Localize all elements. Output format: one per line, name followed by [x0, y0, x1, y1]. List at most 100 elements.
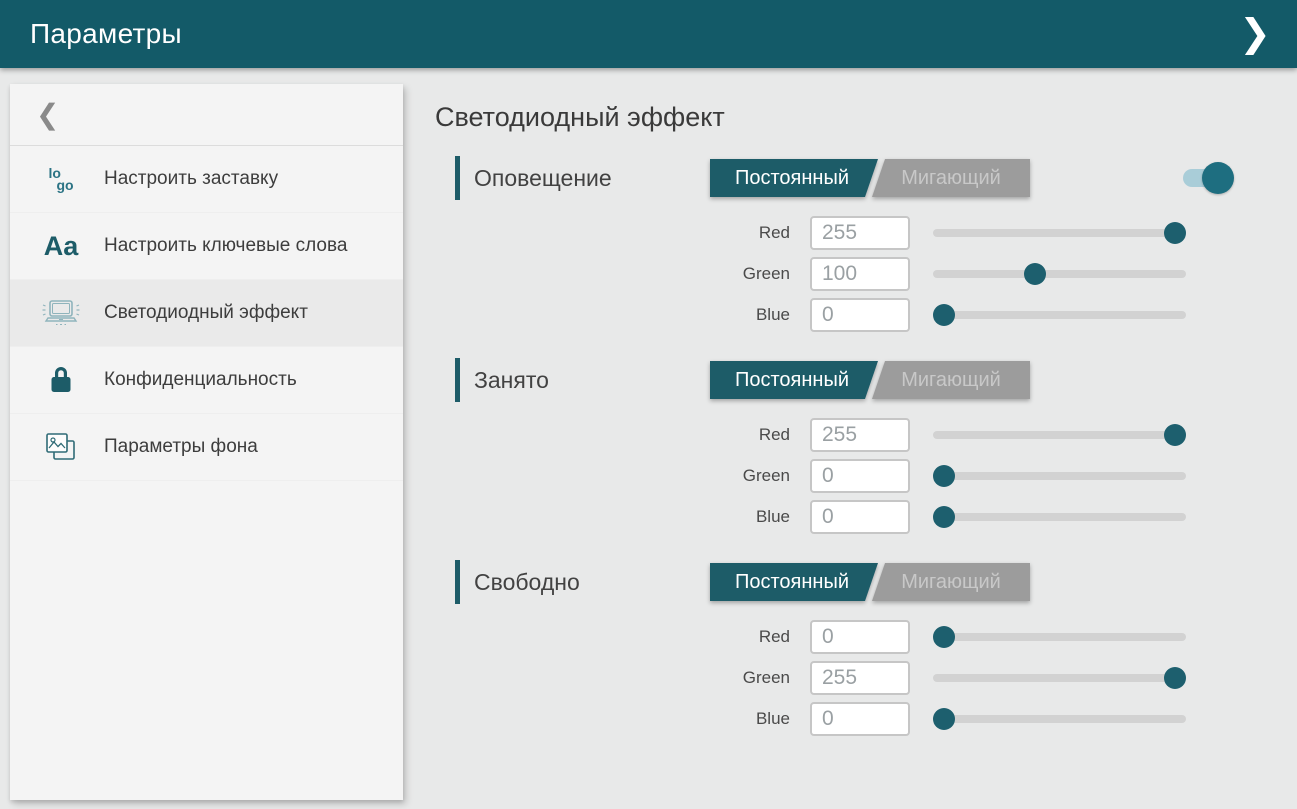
sidebar-item-keywords[interactable]: Aa Настроить ключевые слова: [10, 213, 403, 280]
slider-thumb[interactable]: [933, 304, 955, 326]
slider-thumb[interactable]: [1024, 263, 1046, 285]
rgb-rows: Red Green Blue: [435, 620, 1297, 736]
green-label: Green: [435, 668, 790, 688]
mode-segmented-control[interactable]: Постоянный Мигающий: [710, 361, 1030, 399]
lock-icon: [38, 364, 84, 396]
chevron-right-icon[interactable]: ❯: [1239, 15, 1271, 53]
mode-segmented-control[interactable]: Постоянный Мигающий: [710, 563, 1030, 601]
slider-track: [933, 715, 1186, 723]
slider-track: [933, 311, 1186, 319]
logo-icon: lo go: [38, 167, 84, 191]
rgb-row-green: Green: [435, 459, 1297, 493]
background-images-icon: [38, 432, 84, 462]
section-title: Занято: [474, 367, 710, 394]
slider-thumb[interactable]: [1164, 222, 1186, 244]
red-label: Red: [435, 425, 790, 445]
led-effect-panel: Светодиодный эффект Оповещение Постоянны…: [435, 100, 1297, 736]
blue-slider[interactable]: [933, 298, 1186, 332]
blue-input[interactable]: [810, 702, 910, 736]
green-label: Green: [435, 264, 790, 284]
slider-track: [933, 229, 1186, 237]
settings-sidebar: ❮ lo go Настроить заставку Aa Настроить …: [10, 84, 403, 800]
green-input[interactable]: [810, 257, 910, 291]
red-slider[interactable]: [933, 418, 1186, 452]
rgb-row-red: Red: [435, 620, 1297, 654]
red-label: Red: [435, 223, 790, 243]
mode-blinking-button[interactable]: Мигающий: [872, 563, 1030, 601]
red-label: Red: [435, 627, 790, 647]
red-input[interactable]: [810, 216, 910, 250]
blue-slider[interactable]: [933, 500, 1186, 534]
red-slider[interactable]: [933, 216, 1186, 250]
rgb-row-blue: Blue: [435, 500, 1297, 534]
rgb-row-red: Red: [435, 418, 1297, 452]
sidebar-collapse-button[interactable]: ❮: [10, 84, 403, 146]
mode-segmented-control[interactable]: Постоянный Мигающий: [710, 159, 1030, 197]
red-input[interactable]: [810, 620, 910, 654]
blue-slider[interactable]: [933, 702, 1186, 736]
slider-track: [933, 270, 1186, 278]
slider-track: [933, 472, 1186, 480]
green-slider[interactable]: [933, 459, 1186, 493]
mode-blinking-button[interactable]: Мигающий: [872, 361, 1030, 399]
slider-thumb[interactable]: [933, 626, 955, 648]
rgb-rows: Red Green Blue: [435, 216, 1297, 332]
rgb-row-blue: Blue: [435, 298, 1297, 332]
panel-title: Светодиодный эффект: [435, 100, 1297, 134]
green-input[interactable]: [810, 459, 910, 493]
red-slider[interactable]: [933, 620, 1186, 654]
slider-thumb[interactable]: [933, 465, 955, 487]
mode-constant-button[interactable]: Постоянный: [710, 563, 878, 601]
red-input[interactable]: [810, 418, 910, 452]
section-notification-header: Оповещение Постоянный Мигающий: [435, 156, 1297, 200]
notification-toggle[interactable]: [1183, 168, 1225, 188]
slider-thumb[interactable]: [933, 708, 955, 730]
blue-input[interactable]: [810, 500, 910, 534]
green-slider[interactable]: [933, 661, 1186, 695]
page-title: Параметры: [30, 18, 182, 50]
app-header: Параметры ❯: [0, 0, 1297, 68]
section-free-header: Свободно Постоянный Мигающий: [435, 560, 1297, 604]
keywords-icon: Aa: [38, 233, 84, 260]
slider-thumb[interactable]: [1164, 424, 1186, 446]
section-title: Свободно: [474, 569, 710, 596]
slider-track: [933, 513, 1186, 521]
sidebar-item-label: Настроить заставку: [104, 166, 278, 192]
rgb-row-green: Green: [435, 661, 1297, 695]
sidebar-item-background[interactable]: Параметры фона: [10, 414, 403, 481]
green-label: Green: [435, 466, 790, 486]
accent-bar: [455, 156, 460, 200]
rgb-row-red: Red: [435, 216, 1297, 250]
slider-thumb[interactable]: [933, 506, 955, 528]
mode-constant-button[interactable]: Постоянный: [710, 159, 878, 197]
chevron-left-icon: ❮: [36, 98, 59, 131]
slider-track: [933, 633, 1186, 641]
led-effect-icon: [38, 298, 84, 328]
section-busy-header: Занято Постоянный Мигающий: [435, 358, 1297, 402]
rgb-row-blue: Blue: [435, 702, 1297, 736]
sidebar-item-privacy[interactable]: Конфиденциальность: [10, 347, 403, 414]
green-slider[interactable]: [933, 257, 1186, 291]
blue-label: Blue: [435, 507, 790, 527]
rgb-rows: Red Green Blue: [435, 418, 1297, 534]
slider-track: [933, 674, 1186, 682]
sidebar-item-screensaver[interactable]: lo go Настроить заставку: [10, 146, 403, 213]
sidebar-item-label: Светодиодный эффект: [104, 300, 308, 326]
sidebar-item-led-effect[interactable]: Светодиодный эффект: [10, 280, 403, 347]
mode-blinking-button[interactable]: Мигающий: [872, 159, 1030, 197]
blue-input[interactable]: [810, 298, 910, 332]
blue-label: Blue: [435, 709, 790, 729]
sidebar-item-label: Конфиденциальность: [104, 367, 297, 393]
rgb-row-green: Green: [435, 257, 1297, 291]
slider-thumb[interactable]: [1164, 667, 1186, 689]
blue-label: Blue: [435, 305, 790, 325]
sidebar-item-label: Настроить ключевые слова: [104, 233, 347, 259]
green-input[interactable]: [810, 661, 910, 695]
section-title: Оповещение: [474, 165, 710, 192]
sidebar-item-label: Параметры фона: [104, 434, 258, 460]
accent-bar: [455, 358, 460, 402]
toggle-thumb: [1202, 162, 1234, 194]
accent-bar: [455, 560, 460, 604]
slider-track: [933, 431, 1186, 439]
mode-constant-button[interactable]: Постоянный: [710, 361, 878, 399]
